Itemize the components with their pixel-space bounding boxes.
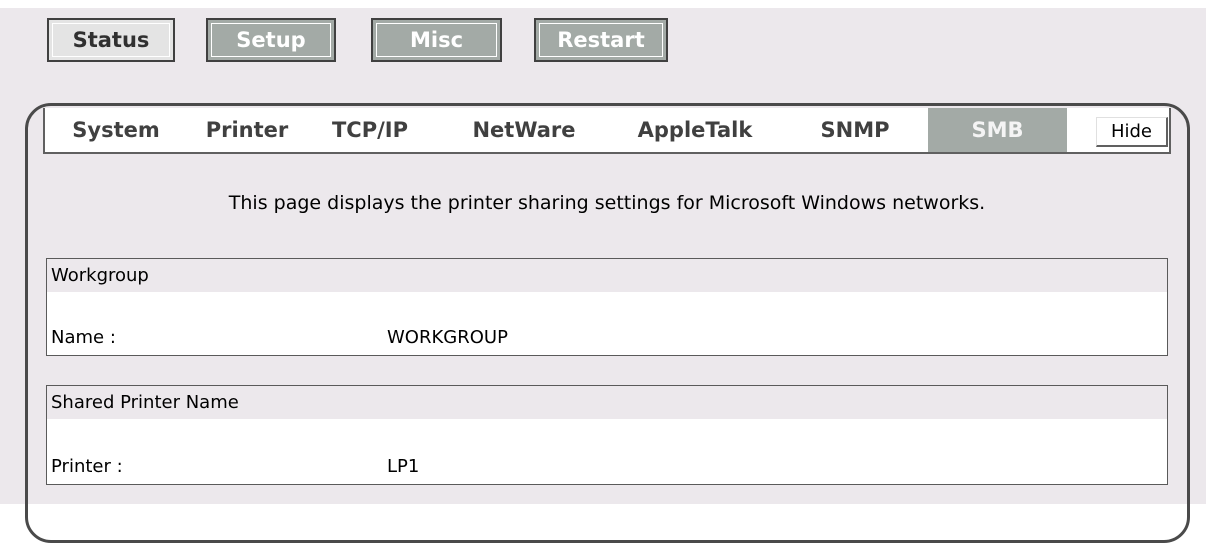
setup-button-label: Setup — [211, 23, 331, 57]
printer-value: LP1 — [387, 456, 420, 477]
page-description: This page displays the printer sharing s… — [228, 192, 986, 214]
workgroup-name-row: Name : WORKGROUP — [47, 292, 1167, 354]
shared-printer-header: Shared Printer Name — [47, 386, 1167, 419]
tab-system[interactable]: System — [53, 108, 179, 152]
status-button[interactable]: Status — [47, 18, 175, 62]
tab-snmp[interactable]: SNMP — [807, 108, 903, 152]
workgroup-header: Workgroup — [47, 259, 1167, 292]
setup-button[interactable]: Setup — [206, 18, 336, 62]
tab-printer[interactable]: Printer — [193, 108, 301, 152]
status-button-label: Status — [52, 23, 170, 57]
tab-tcpip[interactable]: TCP/IP — [319, 108, 421, 152]
shared-printer-section: Shared Printer Name Printer : LP1 — [46, 385, 1168, 485]
restart-button[interactable]: Restart — [534, 18, 668, 62]
tab-netware[interactable]: NetWare — [457, 108, 591, 152]
restart-button-label: Restart — [539, 23, 663, 57]
misc-button[interactable]: Misc — [371, 18, 502, 62]
workgroup-section: Workgroup Name : WORKGROUP — [46, 258, 1168, 356]
printer-label: Printer : — [51, 456, 123, 477]
tab-smb[interactable]: SMB — [928, 108, 1067, 152]
tab-bar: System Printer TCP/IP NetWare AppleTalk … — [43, 108, 1171, 154]
hide-button[interactable]: Hide — [1096, 117, 1168, 147]
name-label: Name : — [51, 327, 116, 348]
printer-row: Printer : LP1 — [47, 419, 1167, 483]
name-value: WORKGROUP — [387, 327, 508, 348]
misc-button-label: Misc — [376, 23, 497, 57]
tab-appletalk[interactable]: AppleTalk — [619, 108, 771, 152]
